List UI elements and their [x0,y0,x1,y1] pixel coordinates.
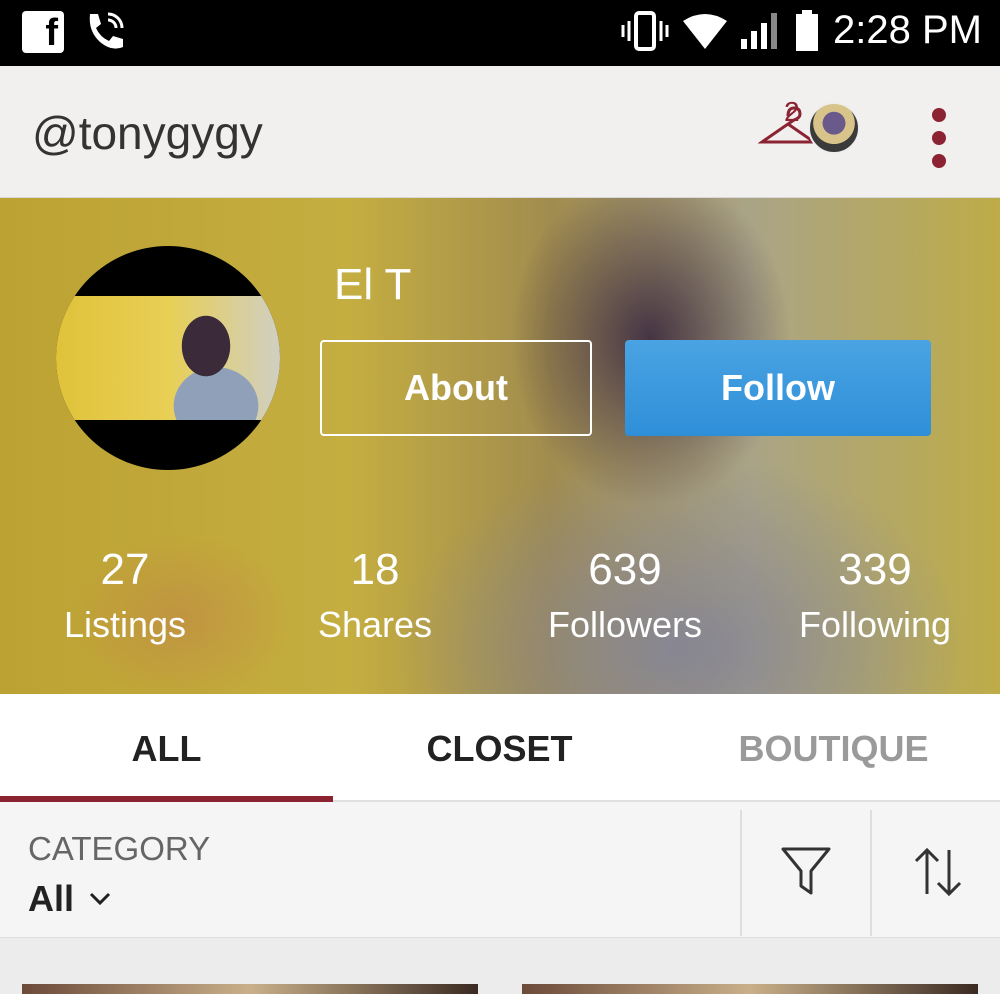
listing-thumbnail[interactable] [22,984,478,994]
signal-icon [741,11,781,51]
filter-icon [781,847,831,895]
profile-avatar[interactable] [56,246,280,470]
stat-value: 639 [588,545,662,594]
category-dropdown[interactable]: All [28,878,112,920]
closet-tabs: ALL CLOSET BOUTIQUE [0,694,1000,802]
category-value: All [28,878,75,919]
stat-listings[interactable]: 27 Listings [0,544,250,654]
tab-all[interactable]: ALL [0,694,333,802]
more-options-icon[interactable] [926,108,952,168]
divider [870,810,872,936]
app-header: @tonygygy 2 [0,66,1000,198]
avatar[interactable] [808,102,860,154]
tab-boutique[interactable]: BOUTIQUE [667,694,1000,802]
status-bar: f 2:28 PM [0,0,1000,66]
listing-thumbnail[interactable] [522,984,978,994]
sort-button[interactable] [912,846,964,903]
stat-label: Followers [547,604,703,645]
battery-icon [795,9,819,52]
divider [740,810,742,936]
filter-bar: CATEGORY All [0,802,1000,938]
wifi-icon [683,13,728,49]
wifi-calling-icon [82,10,128,54]
stat-followers[interactable]: 639 Followers [500,544,750,654]
category-label: CATEGORY [28,830,211,867]
closet-hanger-button[interactable]: 2 [757,96,862,162]
stat-value: 27 [100,545,150,594]
stat-value: 18 [350,545,400,594]
status-time: 2:28 PM [833,8,982,52]
stat-label: Following [798,604,952,645]
follow-button[interactable]: Follow [625,340,931,436]
stat-value: 339 [838,545,912,594]
vibrate-icon [621,10,669,51]
profile-stats: 27 Listings 18 Shares 639 Followers 339 … [0,544,1000,654]
tab-closet[interactable]: CLOSET [333,694,666,802]
stat-following[interactable]: 339 Following [750,544,1000,654]
display-name: El T [334,260,412,309]
listing-grid [0,938,1000,994]
facebook-icon: f [22,11,64,53]
filter-button[interactable] [780,846,832,901]
stat-shares[interactable]: 18 Shares [250,544,500,654]
about-button[interactable]: About [320,340,592,436]
profile-cover: El T About Follow 27 Listings 18 Shares … [0,198,1000,694]
chevron-down-icon [89,892,111,906]
stat-label: Listings [63,604,187,645]
stat-label: Shares [317,604,433,645]
sort-icon [914,847,962,897]
page-title: @tonygygy [32,107,263,159]
hanger-badge: 2 [784,96,800,127]
